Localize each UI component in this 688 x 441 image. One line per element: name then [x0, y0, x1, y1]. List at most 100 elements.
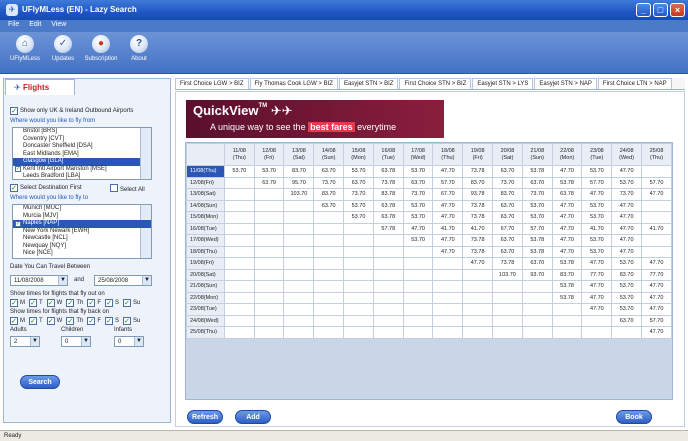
price-cell[interactable]: 73.70 — [343, 188, 374, 201]
price-cell[interactable]: 63.70 — [492, 211, 523, 224]
price-cell[interactable]: 53.70 — [402, 234, 434, 247]
row-header[interactable]: 14/08(Sun) — [186, 199, 225, 212]
result-tab[interactable]: Easyjet STN > LYS — [472, 78, 534, 89]
list-item[interactable]: Coventry [CVT] — [13, 136, 151, 144]
row-header[interactable]: 17/08(Wed) — [186, 234, 225, 247]
price-cell[interactable]: 53.78 — [551, 291, 583, 304]
price-cell[interactable]: 73.78 — [462, 199, 494, 212]
price-cell[interactable]: 53.78 — [521, 234, 553, 247]
price-cell[interactable]: 41.70 — [432, 222, 464, 235]
table-row[interactable]: 20/08(Sat) 103.70 93.70 83.70 77.70 83.70 77.7… — [186, 268, 672, 281]
menu-view[interactable]: View — [51, 21, 66, 28]
price-cell[interactable]: 41.70 — [641, 222, 672, 235]
list-item[interactable]: Glasgow [GLA] — [13, 158, 151, 166]
price-cell[interactable]: 53.70 — [402, 165, 434, 178]
price-cell[interactable]: 73.78 — [492, 257, 523, 270]
day-checkbox[interactable]: ✓ — [46, 317, 55, 325]
infants-select[interactable]: 0 ▼ — [114, 336, 144, 347]
table-row[interactable]: 22/08(Mon) 53.78 47.70 53.70 47.70 — [186, 291, 672, 304]
price-cell[interactable]: 63.78 — [372, 211, 404, 224]
list-item[interactable]: New York Newark [EWR] — [13, 228, 151, 236]
price-cell[interactable]: 83.70 — [313, 188, 345, 201]
price-cell[interactable]: 73.78 — [462, 245, 494, 258]
from-airport-list[interactable]: Bristol [BRS] Coventry [CVT] Doncaster She… — [12, 127, 152, 180]
price-cell[interactable]: 57.78 — [372, 222, 404, 235]
price-cell[interactable]: 53.70 — [521, 211, 553, 224]
list-item[interactable]: Doncaster Sheffield [DSA] — [13, 143, 151, 151]
price-cell[interactable]: 53.70 — [521, 199, 553, 212]
price-cell[interactable]: 47.70 — [462, 257, 494, 270]
price-cell[interactable]: 47.70 — [611, 234, 643, 247]
list-item[interactable]: ✓ Naples [NAP] — [13, 220, 151, 228]
toolbar-subscription-button[interactable]: ● Subscription — [80, 35, 122, 62]
price-cell[interactable]: 47.70 — [611, 245, 643, 258]
price-cell[interactable]: 53.78 — [551, 176, 583, 189]
price-cell[interactable]: 63.70 — [492, 234, 523, 247]
price-cell[interactable]: 57.70 — [641, 314, 672, 327]
price-cell[interactable]: 63.70 — [313, 199, 345, 212]
price-cell[interactable]: 47.70 — [432, 245, 464, 258]
price-cell[interactable]: 63.70 — [611, 314, 643, 327]
price-cell[interactable]: 53.70 — [611, 176, 643, 189]
price-cell[interactable]: 53.70 — [611, 257, 643, 270]
price-cell[interactable]: 47.70 — [581, 188, 613, 201]
day-checkbox[interactable]: ✓ — [123, 299, 132, 307]
table-row[interactable]: 21/08(Sun) 53.78 47.70 53.70 47.70 — [186, 280, 672, 293]
result-tab[interactable]: Easyjet STN > NAP — [534, 78, 597, 89]
children-select[interactable]: 0 ▼ — [61, 336, 91, 347]
to-list-scrollbar[interactable] — [140, 205, 151, 258]
price-cell[interactable]: 53.70 — [611, 280, 643, 293]
book-button[interactable]: Book — [616, 410, 652, 424]
day-checkbox[interactable]: ✓ — [10, 317, 18, 325]
price-cell[interactable]: 47.70 — [402, 222, 434, 235]
table-row[interactable]: 23/08(Tue) 47.70 53.70 47.70 — [186, 303, 672, 316]
price-cell[interactable]: 53.70 — [581, 211, 613, 224]
list-item-checkbox[interactable]: ✓ — [15, 220, 21, 227]
price-cell[interactable]: 57.70 — [641, 176, 672, 189]
row-header[interactable]: 11/08(Thu) — [186, 165, 225, 178]
price-cell[interactable]: 63.70 — [313, 165, 345, 178]
result-tab[interactable]: Fly Thomas Cook LGW > BIZ — [249, 78, 338, 89]
price-cell[interactable]: 63.78 — [372, 165, 404, 178]
price-cell[interactable]: 53.78 — [521, 245, 553, 258]
list-item[interactable]: Leeds Bradford [LBA] — [13, 173, 151, 179]
to-airport-list[interactable]: Munich [MUC] Murcia [MJV] ✓ Naples [NAP] New… — [12, 204, 152, 259]
price-cell[interactable]: 57.70 — [581, 176, 613, 189]
price-cell[interactable]: 53.78 — [551, 280, 583, 293]
table-row[interactable]: 19/08(Fri) 47.70 73.78 63.70 53.78 47.70 53.70… — [186, 257, 672, 270]
price-cell[interactable]: 63.70 — [521, 257, 553, 270]
price-cell[interactable]: 53.70 — [581, 245, 613, 258]
price-cell[interactable]: 53.70 — [253, 165, 285, 178]
price-cell[interactable]: 73.78 — [372, 176, 404, 189]
price-cell[interactable]: 83.70 — [283, 165, 315, 178]
table-row[interactable]: 13/08(Sat) 103.70 83.70 73.70 83.78 73.70 67.7… — [186, 188, 672, 201]
price-cell[interactable]: 41.70 — [581, 222, 613, 235]
price-cell[interactable]: 47.70 — [581, 303, 613, 316]
price-cell[interactable]: 77.70 — [641, 268, 672, 281]
price-cell[interactable]: 47.70 — [611, 199, 643, 212]
price-cell[interactable]: 83.70 — [462, 176, 494, 189]
price-cell[interactable]: 47.70 — [432, 234, 464, 247]
price-cell[interactable]: 47.70 — [641, 291, 672, 304]
price-cell[interactable]: 53.70 — [223, 165, 255, 178]
row-header[interactable]: 21/08(Sun) — [186, 280, 225, 293]
price-cell[interactable]: 47.70 — [432, 199, 464, 212]
price-cell[interactable]: 47.70 — [432, 165, 464, 178]
price-cell[interactable]: 63.70 — [343, 176, 374, 189]
price-cell[interactable]: 47.70 — [581, 280, 613, 293]
price-cell[interactable]: 57.70 — [432, 176, 464, 189]
row-header[interactable]: 16/08(Tue) — [186, 222, 225, 235]
select-all-row[interactable]: Select All — [110, 184, 145, 193]
price-cell[interactable]: 47.70 — [551, 222, 583, 235]
price-cell[interactable]: 67.70 — [492, 222, 523, 235]
price-cell[interactable]: 63.70 — [402, 176, 434, 189]
maximize-button[interactable]: □ — [653, 3, 668, 17]
price-cell[interactable]: 47.70 — [611, 211, 643, 224]
toolbar-about-button[interactable]: ? About — [118, 35, 160, 62]
add-button[interactable]: Add — [235, 410, 271, 424]
price-cell[interactable]: 53.70 — [611, 291, 643, 304]
toolbar-home-button[interactable]: ⌂ UFlyMLess — [4, 35, 46, 62]
price-cell[interactable]: 103.70 — [283, 188, 315, 201]
list-item-checkbox[interactable]: ✓ — [15, 166, 21, 172]
adults-select[interactable]: 2 ▼ — [10, 336, 40, 347]
